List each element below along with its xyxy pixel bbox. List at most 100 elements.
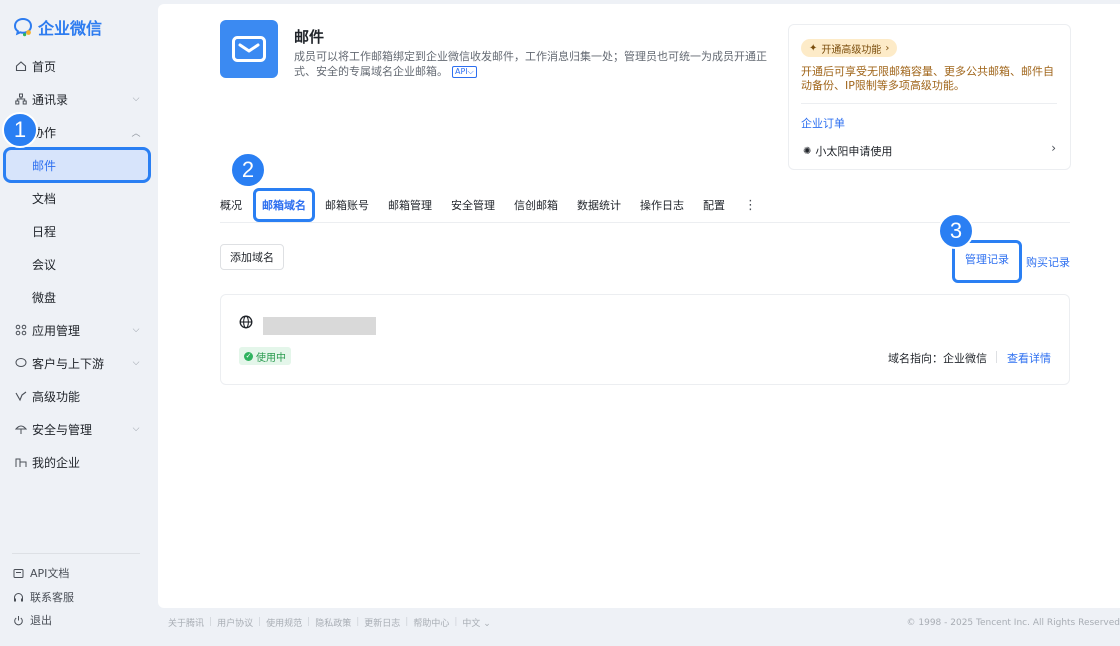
sidebar-item-home[interactable]: 首页 bbox=[14, 52, 146, 80]
sidebar-item-security[interactable]: 安全与管理 ⌵ bbox=[14, 415, 146, 443]
brand-logo[interactable]: 企业微信 bbox=[12, 16, 102, 38]
language-select[interactable]: 中文 ⌄ bbox=[462, 616, 490, 629]
footer-links: 关于腾讯 | 用户协议 | 使用规范 | 隐私政策 | 更新日志 | 帮助中心 | 中文 ⌄ bbox=[168, 614, 491, 630]
sidebar-item-label: 我的企业 bbox=[32, 455, 81, 470]
chevron-down-icon: ⌵ bbox=[132, 358, 140, 368]
api-chip[interactable]: API⌵ bbox=[452, 66, 477, 78]
sidebar-item-label: 安全与管理 bbox=[32, 422, 93, 437]
sidebar-item-calendar[interactable]: 日程 bbox=[14, 217, 146, 245]
status-badge: ✓ 使用中 bbox=[239, 347, 291, 365]
sidebar-item-label: 会议 bbox=[32, 257, 57, 272]
sidebar-item-drive[interactable]: 微盘 bbox=[14, 283, 146, 311]
chevron-down-icon: ⌵ bbox=[132, 424, 140, 434]
main-panel: 邮件 成员可以将工作邮箱绑定到企业微信收发邮件，工作消息归集一处；管理员也可统一… bbox=[158, 4, 1120, 608]
logout-label: 退出 bbox=[30, 614, 52, 627]
power-icon bbox=[12, 614, 24, 626]
sidebar: 企业微信 首页 通讯录 ⌵ 协作 ︿ 邮件 文档 日程 会议 微盘 应用管理 ⌵… bbox=[0, 0, 158, 646]
purchase-records-button[interactable]: 购买记录 bbox=[1026, 254, 1070, 270]
language-label: 中文 bbox=[462, 618, 481, 629]
sidebar-item-customers[interactable]: 客户与上下游 ⌵ bbox=[14, 349, 146, 377]
sidebar-item-my-enterprise[interactable]: 我的企业 bbox=[14, 448, 146, 476]
sidebar-item-label: 文档 bbox=[32, 191, 57, 206]
separator: | bbox=[356, 617, 360, 627]
page-description-text: 成员可以将工作邮箱绑定到企业微信收发邮件，工作消息归集一处；管理员也可统一为成员… bbox=[294, 50, 767, 78]
tab-bar: 概况 邮箱域名 邮箱账号 邮箱管理 安全管理 信创邮箱 数据统计 操作日志 配置… bbox=[220, 188, 757, 222]
promo-divider bbox=[801, 103, 1057, 104]
redacted-domain-name bbox=[263, 317, 376, 335]
chevron-up-icon: ︿ bbox=[131, 128, 141, 139]
home-icon bbox=[14, 59, 28, 73]
envelope-icon bbox=[232, 36, 266, 62]
step-indicator-3: 3 bbox=[938, 213, 974, 249]
sidebar-item-docs[interactable]: 文档 bbox=[14, 184, 146, 212]
tab-mail-domain[interactable]: 邮箱域名 bbox=[253, 188, 315, 222]
footer-link-usage[interactable]: 使用规范 bbox=[266, 616, 302, 629]
footer-link-privacy[interactable]: 隐私政策 bbox=[315, 616, 351, 629]
sidebar-item-app-management[interactable]: 应用管理 ⌵ bbox=[14, 316, 146, 344]
sidebar-item-label: 客户与上下游 bbox=[32, 356, 105, 371]
headset-icon bbox=[12, 591, 24, 603]
separator: | bbox=[258, 617, 262, 627]
sidebar-item-meeting[interactable]: 会议 bbox=[14, 250, 146, 278]
logout-link[interactable]: 退出 bbox=[12, 611, 52, 629]
step-indicator-1: 1 bbox=[2, 112, 38, 148]
more-options-icon[interactable]: ⋮ bbox=[744, 198, 757, 213]
separator: | bbox=[307, 617, 311, 627]
tab-config[interactable]: 配置 bbox=[703, 197, 725, 213]
sidebar-item-label: 日程 bbox=[32, 224, 57, 239]
tab-statistics[interactable]: 数据统计 bbox=[577, 197, 621, 213]
domain-pointing: 域名指向：企业微信 bbox=[888, 352, 987, 365]
sun-icon: ✺ bbox=[803, 145, 812, 157]
footer-link-help[interactable]: 帮助中心 bbox=[413, 616, 449, 629]
grid-icon bbox=[14, 323, 28, 337]
globe-icon bbox=[239, 315, 253, 329]
page-description: 成员可以将工作邮箱绑定到企业微信收发邮件，工作消息归集一处；管理员也可统一为成员… bbox=[294, 49, 774, 79]
chevron-right-icon[interactable]: › bbox=[1051, 141, 1056, 155]
domain-card: ✓ 使用中 域名指向：企业微信 查看详情 bbox=[220, 294, 1070, 385]
sparkle-icon bbox=[14, 389, 28, 403]
footer-link-changelog[interactable]: 更新日志 bbox=[364, 616, 400, 629]
sidebar-item-label: 通讯录 bbox=[32, 92, 69, 107]
mail-app-icon bbox=[220, 20, 278, 78]
add-domain-button[interactable]: 添加域名 bbox=[220, 244, 284, 270]
separator: | bbox=[209, 617, 213, 627]
separator: | bbox=[405, 617, 409, 627]
status-label: 使用中 bbox=[256, 352, 286, 364]
page-title: 邮件 bbox=[294, 28, 325, 46]
check-circle-icon: ✓ bbox=[244, 351, 253, 361]
sidebar-item-mail[interactable]: 邮件 bbox=[3, 147, 151, 183]
api-doc-label: API文档 bbox=[30, 567, 70, 580]
contact-support-link[interactable]: 联系客服 bbox=[12, 588, 74, 606]
upgrade-description: 开通后可享受无限邮箱容量、更多公共邮箱、邮件自动备份、IP限制等多项高级功能。 bbox=[801, 65, 1054, 92]
sidebar-item-advanced[interactable]: 高级功能 bbox=[14, 382, 146, 410]
tab-operation-log[interactable]: 操作日志 bbox=[640, 197, 684, 213]
separator bbox=[996, 351, 997, 363]
wecom-logo-icon bbox=[13, 17, 33, 37]
brand-name: 企业微信 bbox=[38, 19, 103, 38]
org-tree-icon bbox=[14, 92, 28, 106]
building-icon bbox=[14, 455, 28, 469]
upgrade-badge[interactable]: ✦ 开通高级功能 › bbox=[801, 39, 898, 57]
sidebar-item-label: 微盘 bbox=[32, 290, 57, 305]
tab-security-management[interactable]: 安全管理 bbox=[451, 197, 495, 213]
sun-apply-item[interactable]: ✺ 小太阳申请使用 bbox=[803, 143, 892, 159]
footer-link-about[interactable]: 关于腾讯 bbox=[168, 616, 204, 629]
tab-xinchuang-mail[interactable]: 信创邮箱 bbox=[514, 197, 558, 213]
sidebar-item-label: 高级功能 bbox=[32, 389, 81, 404]
sidebar-item-label: 首页 bbox=[32, 59, 57, 74]
enterprise-order-link[interactable]: 企业订单 bbox=[801, 115, 845, 131]
footer-link-terms[interactable]: 用户协议 bbox=[217, 616, 253, 629]
sidebar-divider bbox=[12, 553, 140, 554]
sparkle-icon: ✦ bbox=[809, 42, 818, 54]
separator: | bbox=[454, 617, 458, 627]
view-details-link[interactable]: 查看详情 bbox=[1007, 350, 1051, 366]
chevron-down-icon: ⌵ bbox=[132, 325, 140, 335]
upgrade-badge-label: 开通高级功能 bbox=[821, 44, 882, 56]
tab-mail-management[interactable]: 邮箱管理 bbox=[388, 197, 432, 213]
sidebar-item-contacts[interactable]: 通讯录 ⌵ bbox=[14, 85, 146, 113]
chevron-right-icon: › bbox=[885, 42, 890, 54]
umbrella-icon bbox=[14, 422, 28, 436]
tab-overview[interactable]: 概况 bbox=[220, 197, 242, 213]
api-doc-link[interactable]: API文档 bbox=[12, 564, 69, 582]
tab-mail-accounts[interactable]: 邮箱账号 bbox=[325, 197, 369, 213]
